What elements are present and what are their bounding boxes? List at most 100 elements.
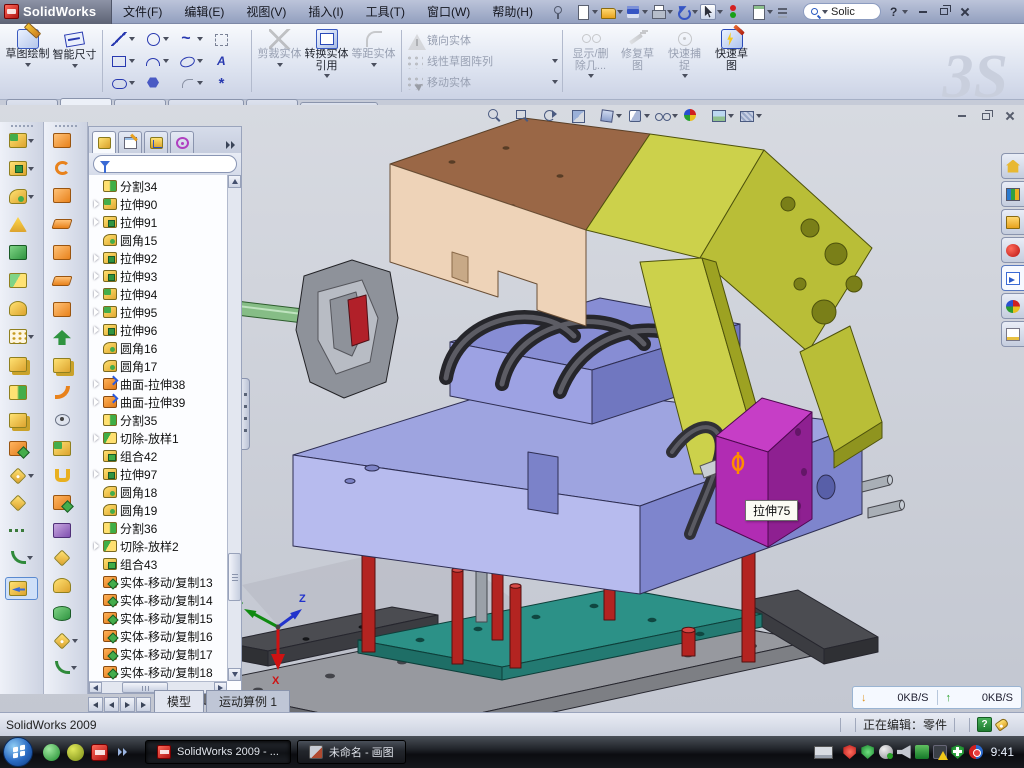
extruded-boss-icon[interactable] xyxy=(9,133,34,148)
selection-box-icon[interactable] xyxy=(211,28,245,50)
dome-surface-icon[interactable] xyxy=(53,578,78,593)
expand-arrow-icon[interactable] xyxy=(92,235,102,245)
sketch-fillet-icon[interactable] xyxy=(177,72,211,94)
quick-launch-chevron[interactable] xyxy=(117,748,127,756)
tree-item[interactable]: 拉伸97 xyxy=(89,465,227,483)
menu-item[interactable]: 插入(I) xyxy=(297,3,354,20)
close-button[interactable] xyxy=(954,4,975,20)
swept-surface-icon[interactable] xyxy=(55,161,77,175)
menu-item[interactable]: 工具(T) xyxy=(355,3,416,20)
update-badge-icon[interactable] xyxy=(879,745,893,759)
expand-arrow-icon[interactable] xyxy=(92,451,102,461)
tree-item[interactable]: 拉伸93 xyxy=(89,267,227,285)
expand-arrow-icon[interactable] xyxy=(92,397,102,407)
featuremanager-tab[interactable] xyxy=(92,131,116,153)
tree-item[interactable]: 拉伸95 xyxy=(89,303,227,321)
start-button[interactable] xyxy=(3,737,33,767)
print-icon[interactable] xyxy=(650,4,673,20)
filled-surface-icon[interactable] xyxy=(53,245,78,260)
view-settings-icon[interactable] xyxy=(738,108,762,123)
menu-item[interactable]: 视图(V) xyxy=(235,3,297,20)
keyboard-tray-icon[interactable] xyxy=(814,746,833,759)
save-icon[interactable] xyxy=(625,4,648,20)
scroll-thumb[interactable] xyxy=(228,553,241,601)
line-icon[interactable] xyxy=(109,28,143,50)
extruded-cut-icon[interactable] xyxy=(9,161,34,176)
shell-icon[interactable] xyxy=(9,245,34,260)
display-delete-relations-button[interactable]: 显示/删 除几... xyxy=(567,27,614,95)
expand-arrow-icon[interactable] xyxy=(92,325,102,335)
restore-button[interactable] xyxy=(933,4,954,20)
doc-minimize-button[interactable] xyxy=(953,109,971,123)
appearances-tab[interactable] xyxy=(1001,293,1024,319)
tag-icon[interactable] xyxy=(995,717,1010,731)
scale-icon[interactable] xyxy=(5,577,38,600)
expand-arrow-icon[interactable] xyxy=(92,217,102,227)
join-icon[interactable] xyxy=(9,413,34,428)
expand-arrow-icon[interactable] xyxy=(92,361,102,371)
lofted-surface-icon[interactable] xyxy=(53,188,78,203)
tree-filter[interactable] xyxy=(93,155,237,173)
expand-arrow-icon[interactable] xyxy=(92,505,102,515)
tree-item[interactable]: 拉伸90 xyxy=(89,195,227,213)
section-view-icon[interactable] xyxy=(570,108,594,123)
apply-scene-icon[interactable] xyxy=(710,108,734,123)
expand-arrow-icon[interactable] xyxy=(92,541,102,551)
repair-sketch-button[interactable]: 修复草 图 xyxy=(614,27,661,95)
options-icon[interactable] xyxy=(750,4,773,20)
media-player-icon[interactable] xyxy=(67,744,84,761)
sketch-button[interactable]: 草图绘制 xyxy=(4,27,51,95)
filter-input[interactable] xyxy=(114,158,230,170)
tree-item[interactable]: 实体-移动/复制13 xyxy=(89,573,227,591)
tree-item[interactable]: 圆角16 xyxy=(89,339,227,357)
tree-item[interactable]: 切除-放样1 xyxy=(89,429,227,447)
quick-snaps-button[interactable]: 快速捕 捉 xyxy=(661,27,708,95)
reference-geometry2-icon[interactable] xyxy=(53,634,78,648)
dome-icon[interactable] xyxy=(9,301,34,316)
rectangle-icon[interactable] xyxy=(109,50,143,72)
document-tab[interactable]: 运动算例 1 xyxy=(206,690,290,712)
spline-icon[interactable] xyxy=(177,28,211,50)
curve2-icon[interactable] xyxy=(55,661,77,674)
antivirus-red-icon[interactable] xyxy=(843,745,857,759)
expand-arrow-icon[interactable] xyxy=(92,433,102,443)
expand-arrow-icon[interactable] xyxy=(92,289,102,299)
solidworks-launcher-icon[interactable] xyxy=(91,744,108,761)
knit-surface-icon[interactable] xyxy=(53,358,78,373)
scroll-up-button[interactable] xyxy=(228,175,241,188)
solidworks-resources-tab[interactable] xyxy=(1001,237,1024,263)
tree-item[interactable]: 切除-放样2 xyxy=(89,537,227,555)
tree-item[interactable]: 实体-移动/复制16 xyxy=(89,627,227,645)
linear-sketch-pattern-button[interactable]: 线性草图阵列 xyxy=(406,51,558,72)
toolbar-grip[interactable] xyxy=(11,125,33,128)
doc-restore-button[interactable] xyxy=(977,109,995,123)
sketch-text-icon[interactable] xyxy=(211,50,245,72)
task-button[interactable]: 未命名 - 画图 xyxy=(297,740,406,764)
hide-show-items-icon[interactable] xyxy=(654,108,678,123)
trim-entities-button[interactable]: 剪裁实体 xyxy=(256,27,303,95)
tree-item[interactable]: 曲面-拉伸39 xyxy=(89,393,227,411)
search-box[interactable] xyxy=(803,3,881,20)
delete-face-icon[interactable] xyxy=(55,412,77,428)
fillet-icon[interactable] xyxy=(9,189,34,204)
health-shield-icon[interactable] xyxy=(951,745,965,759)
tree-item[interactable]: 组合42 xyxy=(89,447,227,465)
sync-ball-icon[interactable] xyxy=(969,745,983,759)
arc-icon[interactable] xyxy=(143,50,177,72)
convert-entities-button[interactable]: 转换实体引用 xyxy=(303,27,350,95)
tree-vertical-scrollbar[interactable] xyxy=(227,175,241,681)
view-orientation-icon[interactable] xyxy=(598,108,622,123)
offset-surface-icon[interactable] xyxy=(53,302,78,317)
pin-icon[interactable] xyxy=(550,4,573,20)
move-face-icon[interactable] xyxy=(53,495,78,510)
task-button[interactable]: SolidWorks 2009 - ... xyxy=(145,740,291,764)
shut-off-surface-icon[interactable] xyxy=(53,606,78,621)
parting-line-icon[interactable] xyxy=(55,469,77,482)
split-icon[interactable] xyxy=(9,385,34,400)
offset-entities-button[interactable]: 等距实体 xyxy=(350,27,397,95)
move-entities-button[interactable]: 移动实体 xyxy=(406,72,558,93)
last-tab-button[interactable] xyxy=(136,697,151,712)
tree-item[interactable]: 实体-移动/复制15 xyxy=(89,609,227,627)
tree-item[interactable]: 曲面-拉伸38 xyxy=(89,375,227,393)
expand-arrow-icon[interactable] xyxy=(92,631,102,641)
